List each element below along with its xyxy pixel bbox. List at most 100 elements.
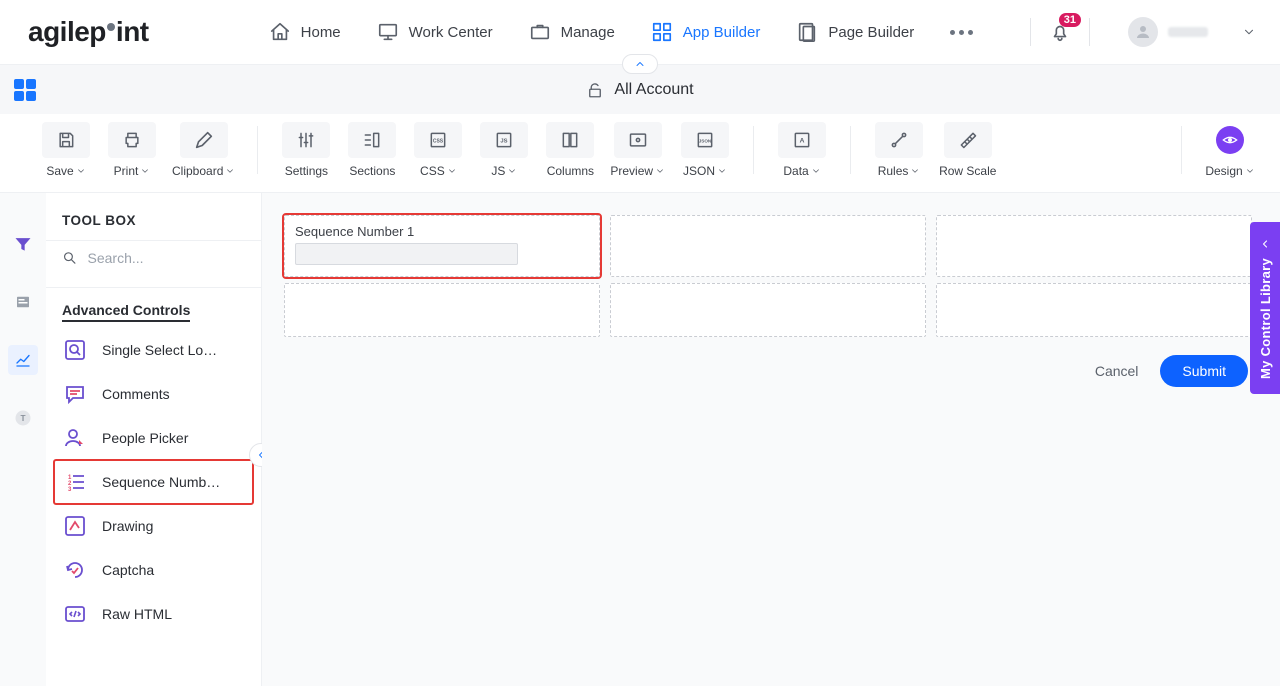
rail-filter-button[interactable] xyxy=(8,229,38,259)
control-drawing[interactable]: Drawing xyxy=(54,504,253,548)
logo-dot-icon xyxy=(107,23,115,31)
sequence-input[interactable] xyxy=(295,243,518,265)
separator xyxy=(257,126,258,174)
form-cell-empty[interactable] xyxy=(936,283,1252,337)
chevron-down-icon xyxy=(140,166,150,176)
svg-text:CSS: CSS xyxy=(433,139,444,145)
submit-button[interactable]: Submit xyxy=(1160,355,1248,387)
nav-label: Page Builder xyxy=(828,24,914,41)
chevron-down-icon xyxy=(1242,25,1256,39)
columns-button[interactable]: Columns xyxy=(544,122,596,178)
nav-workcenter[interactable]: Work Center xyxy=(377,21,493,43)
control-single-select-lookup[interactable]: Single Select Lo… xyxy=(54,328,253,372)
sections-button[interactable]: Sections xyxy=(346,122,398,178)
comments-icon xyxy=(62,381,88,407)
app-switcher-button[interactable] xyxy=(14,79,36,101)
notification-badge: 31 xyxy=(1059,13,1081,27)
control-library-tab[interactable]: My Control Library xyxy=(1250,222,1280,394)
control-label: Single Select Lo… xyxy=(102,342,217,358)
json-button[interactable]: JSONJSON xyxy=(679,122,731,178)
control-people-picker[interactable]: People Picker xyxy=(54,416,253,460)
rowscale-button[interactable]: Row Scale xyxy=(939,122,996,178)
control-list: Single Select Lo… Comments People Picker… xyxy=(46,324,261,640)
preview-button[interactable]: Preview xyxy=(610,122,665,178)
control-comments[interactable]: Comments xyxy=(54,372,253,416)
captcha-icon xyxy=(62,557,88,583)
sliders-icon xyxy=(296,130,316,150)
notifications-button[interactable]: 31 xyxy=(1049,21,1071,43)
text-icon: T xyxy=(14,409,32,427)
control-library-label: My Control Library xyxy=(1258,258,1273,379)
separator xyxy=(1089,18,1090,46)
chevron-down-icon xyxy=(225,166,235,176)
svg-text:JS: JS xyxy=(501,139,508,145)
print-button[interactable]: Print xyxy=(106,122,158,178)
nav-appbuilder[interactable]: App Builder xyxy=(651,21,761,43)
sections-icon xyxy=(362,130,382,150)
sequence-icon: 123 xyxy=(62,469,88,495)
page-icon xyxy=(796,21,818,43)
css-button[interactable]: CSSCSS xyxy=(412,122,464,178)
js-button[interactable]: JSJS xyxy=(478,122,530,178)
collapse-topnav-button[interactable] xyxy=(622,54,658,74)
grid-icon xyxy=(14,79,36,101)
save-button[interactable]: Save xyxy=(40,122,92,178)
form-cell-empty[interactable] xyxy=(284,283,600,337)
control-label: People Picker xyxy=(102,430,188,446)
designer-toolbar: Save Print Clipboard Settings Sections C… xyxy=(0,114,1280,193)
html-icon xyxy=(62,601,88,627)
toolbox-panel: TOOL BOX Advanced Controls Single Select… xyxy=(46,193,262,686)
nav-items: Home Work Center Manage App Builder Page… xyxy=(269,21,974,43)
username-blurred xyxy=(1168,27,1208,37)
print-icon xyxy=(122,130,142,150)
clipboard-button[interactable]: Clipboard xyxy=(172,122,235,178)
control-label: Raw HTML xyxy=(102,606,172,622)
chevron-left-icon xyxy=(1259,238,1271,250)
settings-button[interactable]: Settings xyxy=(280,122,332,178)
eye-icon xyxy=(1216,126,1244,154)
nav-more[interactable] xyxy=(950,30,973,35)
cancel-button[interactable]: Cancel xyxy=(1095,363,1139,379)
control-raw-html[interactable]: Raw HTML xyxy=(54,592,253,636)
svg-text:A: A xyxy=(800,138,805,145)
nav-home[interactable]: Home xyxy=(269,21,341,43)
control-label: Sequence Numb… xyxy=(102,474,220,490)
svg-text:3: 3 xyxy=(68,487,72,493)
home-icon xyxy=(269,21,291,43)
context-title-text: All Account xyxy=(614,81,693,99)
unlock-icon xyxy=(586,81,604,99)
rail-text-button[interactable]: T xyxy=(8,403,38,433)
chevron-down-icon xyxy=(655,166,665,176)
form-cell-empty[interactable] xyxy=(936,215,1252,277)
rail-form-button[interactable] xyxy=(8,287,38,317)
svg-text:T: T xyxy=(20,414,25,423)
chevron-down-icon xyxy=(76,166,86,176)
rail-chart-button[interactable] xyxy=(8,345,38,375)
form-cell-empty[interactable] xyxy=(610,215,926,277)
chevron-down-icon xyxy=(507,166,517,176)
logo-text-pre: agilep xyxy=(28,16,106,48)
control-captcha[interactable]: Captcha xyxy=(54,548,253,592)
form-cell-empty[interactable] xyxy=(610,283,926,337)
nav-pagebuilder[interactable]: Page Builder xyxy=(796,21,914,43)
control-sequence-number[interactable]: 123 Sequence Numb… xyxy=(54,460,253,504)
briefcase-icon xyxy=(529,21,551,43)
chevron-down-icon xyxy=(447,166,457,176)
search-input[interactable] xyxy=(88,250,246,266)
field-label: Sequence Number 1 xyxy=(295,224,589,239)
nav-manage[interactable]: Manage xyxy=(529,21,615,43)
form-cell-sequence[interactable]: Sequence Number 1 xyxy=(284,215,600,277)
data-button[interactable]: AData xyxy=(776,122,828,178)
rules-button[interactable]: Rules xyxy=(873,122,925,178)
toolbox-search[interactable] xyxy=(46,240,261,288)
json-icon: JSON xyxy=(695,130,715,150)
toolbox-section-title: Advanced Controls xyxy=(46,288,261,324)
more-icon xyxy=(950,30,973,35)
apps-icon xyxy=(651,21,673,43)
user-menu[interactable] xyxy=(1128,17,1256,47)
design-canvas[interactable]: Sequence Number 1 Cancel Submit xyxy=(262,193,1280,686)
chevron-down-icon xyxy=(811,166,821,176)
people-icon xyxy=(62,425,88,451)
design-mode-button[interactable]: Design xyxy=(1204,122,1256,178)
separator xyxy=(1030,18,1031,46)
